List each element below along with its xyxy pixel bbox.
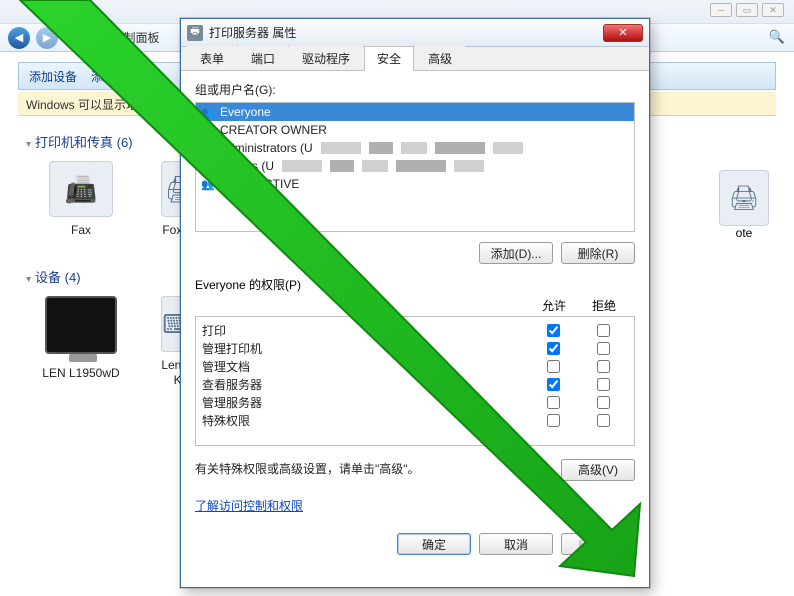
group-name: CREATOR OWNER xyxy=(220,123,327,137)
redacted-span xyxy=(282,160,322,172)
close-button[interactable]: ✕ xyxy=(762,3,784,17)
redacted-span xyxy=(321,142,361,154)
advanced-button[interactable]: 高级(V) xyxy=(561,459,635,481)
group-row[interactable]: 👥 Everyone xyxy=(196,103,634,121)
cancel-button[interactable]: 取消 xyxy=(479,533,553,555)
group-name: INTERACTIVE xyxy=(220,177,299,191)
add-device-link[interactable]: 添加设备 xyxy=(29,68,77,85)
apply-button[interactable]: 应用(A) xyxy=(561,533,635,555)
group-name: Everyone xyxy=(220,105,271,119)
deny-checkbox[interactable] xyxy=(597,324,610,337)
security-tab-panel: 组或用户名(G): 👥 Everyone 👥 CREATOR OWNER 👥 Admini… xyxy=(181,71,649,587)
groups-listbox[interactable]: 👥 Everyone 👥 CREATOR OWNER 👥 Administrators (… xyxy=(195,102,635,232)
redacted-span xyxy=(435,142,485,154)
group-icon: 👥 xyxy=(200,177,216,191)
help-link-row: 了解访问控制和权限 xyxy=(195,497,635,515)
remove-group-button[interactable]: 删除(R) xyxy=(561,242,635,264)
add-printer-link[interactable]: 添加打印机 xyxy=(91,68,151,85)
redacted-span xyxy=(493,142,523,154)
tab-2[interactable]: 驱动程序 xyxy=(289,46,363,70)
permission-row: 特殊权限 xyxy=(202,411,628,429)
tab-3[interactable]: 安全 xyxy=(364,46,414,71)
redacted-span xyxy=(454,160,484,172)
monitor-icon xyxy=(45,296,117,354)
printer-path-icon: 🖶 ▸ xyxy=(74,24,99,51)
min-button[interactable]: ─ xyxy=(710,3,732,17)
permission-row: 打印 xyxy=(202,321,628,339)
allow-checkbox[interactable] xyxy=(547,378,560,391)
printer-icon: 🖶 xyxy=(187,25,203,41)
permission-name: 管理打印机 xyxy=(202,340,528,357)
group-row[interactable]: 👥 CREATOR OWNER xyxy=(196,121,634,139)
permission-name: 特殊权限 xyxy=(202,412,528,429)
tab-0[interactable]: 表单 xyxy=(187,46,237,70)
deny-checkbox[interactable] xyxy=(597,414,610,427)
group-name: Administrators (U xyxy=(220,141,313,155)
redacted-span xyxy=(369,142,393,154)
redacted-span xyxy=(362,160,388,172)
deny-checkbox[interactable] xyxy=(597,378,610,391)
list-item[interactable]: 📠 Fax xyxy=(36,161,126,237)
dialog-titlebar[interactable]: 🖶 打印服务器 属性 ✕ xyxy=(181,19,649,47)
group-name: Guests (U xyxy=(220,159,274,173)
permissions-listbox[interactable]: 打印管理打印机管理文档查看服务器管理服务器特殊权限 xyxy=(195,316,635,446)
group-row[interactable]: 👥 Guests (U xyxy=(196,157,634,175)
advanced-note: 有关特殊权限或高级设置，请单击"高级"。 xyxy=(195,460,553,477)
dialog-title: 打印服务器 属性 xyxy=(209,24,296,41)
nav-back-icon[interactable]: ◀ xyxy=(8,27,30,49)
group-icon: 👥 xyxy=(200,123,216,137)
learn-access-control-link[interactable]: 了解访问控制和权限 xyxy=(195,499,303,513)
deny-checkbox[interactable] xyxy=(597,360,610,373)
group-icon: 👥 xyxy=(200,105,216,119)
nav-fwd-icon: ▶ xyxy=(36,27,58,49)
permission-row: 管理打印机 xyxy=(202,339,628,357)
permission-name: 管理文档 xyxy=(202,358,528,375)
info-text: Windows 可以显示增强型设 xyxy=(26,98,174,112)
deny-checkbox[interactable] xyxy=(597,396,610,409)
permission-row: 查看服务器 xyxy=(202,375,628,393)
deny-checkbox[interactable] xyxy=(597,342,610,355)
permission-row: 管理服务器 xyxy=(202,393,628,411)
allow-checkbox[interactable] xyxy=(547,360,560,373)
dialog-close-button[interactable]: ✕ xyxy=(603,24,643,42)
allow-checkbox[interactable] xyxy=(547,396,560,409)
list-item[interactable]: 🖨 ote xyxy=(714,170,774,240)
tab-strip: 表单端口驱动程序安全高级 xyxy=(181,47,649,71)
allow-checkbox[interactable] xyxy=(547,414,560,427)
ok-button[interactable]: 确定 xyxy=(397,533,471,555)
permission-name: 查看服务器 xyxy=(202,376,528,393)
permission-name: 管理服务器 xyxy=(202,394,528,411)
group-icon: 👥 xyxy=(200,159,216,173)
group-row[interactable]: 👥 INTERACTIVE xyxy=(196,175,634,193)
add-group-button[interactable]: 添加(D)... xyxy=(479,242,553,264)
max-button[interactable]: ▭ xyxy=(736,3,758,17)
breadcrumb[interactable]: 控制面板 xyxy=(111,29,159,46)
redacted-span xyxy=(396,160,446,172)
allow-checkbox[interactable] xyxy=(547,324,560,337)
group-icon: 👥 xyxy=(200,141,216,155)
tab-4[interactable]: 高级 xyxy=(415,46,465,70)
permission-row: 管理文档 xyxy=(202,357,628,375)
allow-checkbox[interactable] xyxy=(547,342,560,355)
permission-name: 打印 xyxy=(202,322,528,339)
group-row[interactable]: 👥 Administrators (U xyxy=(196,139,634,157)
print-server-properties-dialog: 🖶 打印服务器 属性 ✕ 表单端口驱动程序安全高级 组或用户名(G): 👥 Eve… xyxy=(180,18,650,588)
printer-icon: 🖨 xyxy=(719,170,769,226)
tab-1[interactable]: 端口 xyxy=(238,46,288,70)
permissions-header: 允许 拒绝 xyxy=(195,297,635,316)
search-icon[interactable]: 🔍 xyxy=(768,28,786,46)
redacted-span xyxy=(330,160,354,172)
redacted-span xyxy=(401,142,427,154)
groups-label: 组或用户名(G): xyxy=(195,81,635,98)
fax-icon: 📠 xyxy=(49,161,113,217)
list-item[interactable]: LEN L1950wD xyxy=(36,296,126,387)
permissions-label: Everyone 的权限(P) xyxy=(195,276,635,293)
